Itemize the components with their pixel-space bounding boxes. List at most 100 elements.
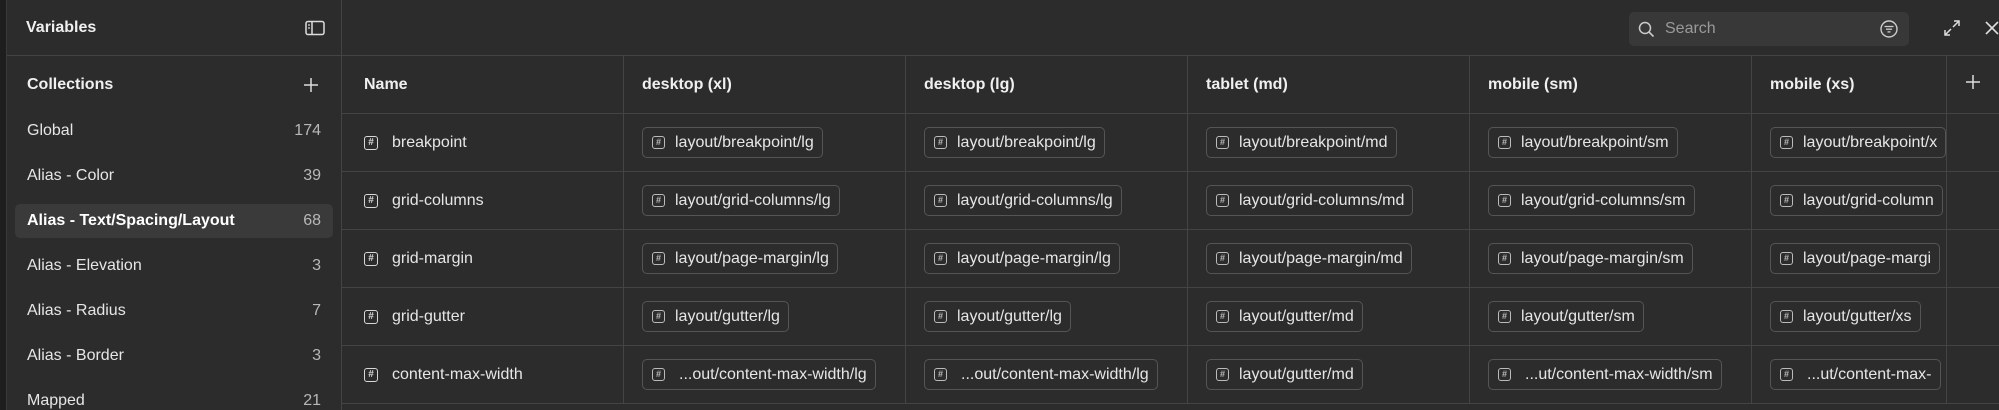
variable-hash-icon: #	[1498, 252, 1511, 265]
collection-label: Alias - Elevation	[27, 257, 142, 274]
alias-value: layout/breakpoint/sm	[1521, 133, 1669, 151]
value-cell[interactable]: # layout/breakpoint/lg	[624, 114, 906, 171]
collection-item[interactable]: Alias - Color 39	[15, 159, 333, 193]
table-row[interactable]: # grid-columns # layout/grid-columns/lg # lay…	[342, 172, 1999, 230]
alias-value: ...out/content-max-width/lg	[679, 365, 867, 383]
alias-chip[interactable]: # layout/grid-column	[1770, 185, 1943, 216]
variable-name-cell[interactable]: # content-max-width	[342, 346, 624, 403]
collection-item[interactable]: Alias - Radius 7	[15, 294, 333, 328]
value-cell[interactable]: # layout/page-margin/lg	[624, 230, 906, 287]
collections-header: Collections	[7, 56, 341, 114]
variable-hash-icon: #	[364, 309, 378, 324]
value-cell[interactable]: # layout/grid-columns/sm	[1470, 172, 1752, 229]
variable-hash-icon: #	[1216, 310, 1229, 323]
search-input[interactable]	[1663, 19, 1867, 39]
variable-hash-icon: #	[1780, 310, 1793, 323]
value-cell[interactable]: # layout/grid-columns/md	[1188, 172, 1470, 229]
value-cell[interactable]: # layout/gutter/md	[1188, 288, 1470, 345]
collection-count: 3	[312, 257, 321, 274]
column-header[interactable]: mobile (sm)	[1470, 56, 1752, 113]
alias-chip[interactable]: # ...out/content-max-width/lg	[924, 359, 1158, 390]
value-cell[interactable]: # layout/page-margin/md	[1188, 230, 1470, 287]
alias-chip[interactable]: # layout/page-margin/md	[1206, 243, 1412, 274]
alias-chip[interactable]: # layout/page-margin/lg	[642, 243, 838, 274]
expand-icon[interactable]	[1938, 14, 1966, 42]
alias-chip[interactable]: # ...out/content-max-width/lg	[642, 359, 876, 390]
column-header[interactable]: desktop (lg)	[906, 56, 1188, 113]
value-cell[interactable]: # layout/breakpoint/x	[1752, 114, 1947, 171]
collection-item[interactable]: Alias - Elevation 3	[15, 249, 333, 283]
alias-chip[interactable]: # layout/gutter/md	[1206, 301, 1363, 332]
value-cell[interactable]: # layout/gutter/lg	[624, 288, 906, 345]
value-cell[interactable]: # ...ut/content-max-width/sm	[1470, 346, 1752, 403]
value-cell[interactable]: # layout/grid-columns/lg	[624, 172, 906, 229]
collection-item[interactable]: Alias - Border 3	[15, 339, 333, 373]
column-header[interactable]: mobile (xs)	[1752, 56, 1947, 113]
alias-chip[interactable]: # layout/grid-columns/sm	[1488, 185, 1695, 216]
alias-value: layout/grid-columns/lg	[675, 191, 831, 209]
alias-chip[interactable]: # layout/breakpoint/lg	[642, 127, 823, 158]
value-cell[interactable]: # layout/breakpoint/lg	[906, 114, 1188, 171]
alias-value: ...out/content-max-width/lg	[961, 365, 1149, 383]
value-cell[interactable]: # layout/gutter/xs	[1752, 288, 1947, 345]
toggle-sidebar-icon[interactable]	[301, 14, 329, 42]
alias-chip[interactable]: # layout/gutter/lg	[924, 301, 1071, 332]
value-cell[interactable]: # ...out/content-max-width/lg	[906, 346, 1188, 403]
filter-icon[interactable]	[1875, 15, 1903, 43]
table-row[interactable]: # breakpoint # layout/breakpoint/lg # layout/…	[342, 114, 1999, 172]
table-row[interactable]: # grid-gutter # layout/gutter/lg # layout/gut…	[342, 288, 1999, 346]
value-cell[interactable]: # layout/gutter/lg	[906, 288, 1188, 345]
table-row[interactable]: # grid-margin # layout/page-margin/lg # layou…	[342, 230, 1999, 288]
column-header[interactable]: tablet (md)	[1188, 56, 1470, 113]
search-box[interactable]	[1629, 12, 1909, 46]
variable-name-cell[interactable]: # grid-gutter	[342, 288, 624, 345]
alias-chip[interactable]: # layout/page-margi	[1770, 243, 1941, 274]
value-cell[interactable]: # layout/page-margin/lg	[906, 230, 1188, 287]
alias-chip[interactable]: # layout/grid-columns/md	[1206, 185, 1414, 216]
collection-count: 7	[312, 302, 321, 319]
alias-chip[interactable]: # layout/breakpoint/md	[1206, 127, 1397, 158]
alias-chip[interactable]: # layout/page-margin/lg	[924, 243, 1120, 274]
value-cell[interactable]: # layout/grid-column	[1752, 172, 1947, 229]
variable-name-cell[interactable]: # breakpoint	[342, 114, 624, 171]
value-cell[interactable]: # layout/grid-columns/lg	[906, 172, 1188, 229]
variable-name-cell[interactable]: # grid-columns	[342, 172, 624, 229]
value-cell[interactable]: # layout/gutter/md	[1188, 346, 1470, 403]
value-cell[interactable]: # layout/gutter/sm	[1470, 288, 1752, 345]
close-icon[interactable]	[1978, 14, 1999, 42]
value-cell[interactable]: # layout/page-margin/sm	[1470, 230, 1752, 287]
table-body: # breakpoint # layout/breakpoint/lg # layout/…	[342, 114, 1999, 404]
alias-chip[interactable]: # ...ut/content-max-width/sm	[1488, 359, 1722, 390]
collection-item[interactable]: Alias - Text/Spacing/Layout 68	[15, 204, 333, 238]
value-cell[interactable]: # layout/breakpoint/sm	[1470, 114, 1752, 171]
collection-item[interactable]: Mapped 21	[15, 384, 333, 410]
alias-chip[interactable]: # layout/grid-columns/lg	[924, 185, 1122, 216]
column-header[interactable]: Name	[342, 56, 624, 113]
collection-label: Alias - Radius	[27, 302, 126, 319]
alias-chip[interactable]: # layout/gutter/sm	[1488, 301, 1644, 332]
alias-chip[interactable]: # ...ut/content-max-	[1770, 359, 1941, 390]
value-cell[interactable]: # ...out/content-max-width/lg	[624, 346, 906, 403]
collection-count: 39	[303, 167, 321, 184]
variable-hash-icon: #	[1780, 368, 1793, 381]
alias-chip[interactable]: # layout/breakpoint/x	[1770, 127, 1946, 158]
alias-value: layout/gutter/md	[1239, 365, 1354, 383]
variable-name: content-max-width	[392, 365, 523, 383]
value-cell[interactable]: # layout/page-margi	[1752, 230, 1947, 287]
alias-chip[interactable]: # layout/gutter/md	[1206, 359, 1363, 390]
alias-chip[interactable]: # layout/breakpoint/lg	[924, 127, 1105, 158]
alias-chip[interactable]: # layout/breakpoint/sm	[1488, 127, 1678, 158]
add-collection-icon[interactable]	[297, 71, 325, 99]
column-header[interactable]: desktop (xl)	[624, 56, 906, 113]
add-mode-button[interactable]	[1947, 56, 1999, 113]
variable-hash-icon: #	[1498, 368, 1511, 381]
alias-chip[interactable]: # layout/page-margin/sm	[1488, 243, 1693, 274]
alias-chip[interactable]: # layout/gutter/xs	[1770, 301, 1921, 332]
value-cell[interactable]: # ...ut/content-max-	[1752, 346, 1947, 403]
variable-name-cell[interactable]: # grid-margin	[342, 230, 624, 287]
alias-chip[interactable]: # layout/gutter/lg	[642, 301, 789, 332]
alias-chip[interactable]: # layout/grid-columns/lg	[642, 185, 840, 216]
value-cell[interactable]: # layout/breakpoint/md	[1188, 114, 1470, 171]
collection-item[interactable]: Global 174	[15, 114, 333, 148]
table-row[interactable]: # content-max-width # ...out/content-max-wi…	[342, 346, 1999, 404]
